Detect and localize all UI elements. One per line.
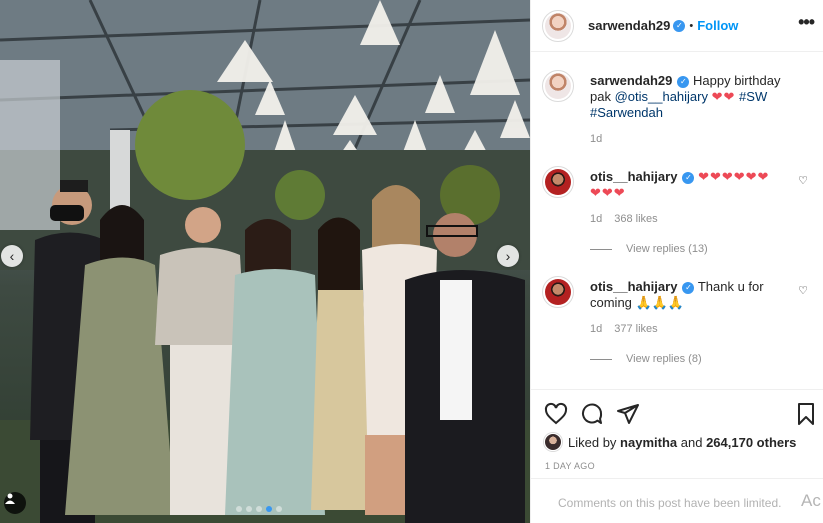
liked-by-user[interactable]: naymitha [620, 435, 677, 450]
comment-username[interactable]: otis__hahijary [590, 279, 677, 294]
caption-time[interactable]: 1d [590, 133, 602, 145]
liker-avatar[interactable] [544, 433, 562, 451]
comment-username[interactable]: otis__hahijary [590, 169, 677, 184]
party-photo-illustration [0, 0, 530, 523]
post-sidebar: sarwendah29 ✓ • Follow ••• sarwendah29 ✓ … [530, 0, 823, 523]
activate-watermark: Ac [801, 491, 821, 510]
header-separator: • [689, 19, 694, 32]
user-icon [5, 493, 15, 504]
comment-likes[interactable]: 377 likes [614, 323, 657, 335]
carousel-dot [256, 506, 262, 512]
bookmark-save-icon[interactable] [794, 402, 818, 426]
caption-mention[interactable]: @otis__hahijary [615, 89, 708, 104]
post-timestamp[interactable]: 1 DAY AGO [545, 461, 595, 471]
caption-meta: 1d [590, 133, 602, 145]
comment-text: otis__hahijary ✓ Thank u for coming 🙏🙏🙏 [590, 279, 770, 311]
comment-time[interactable]: 1d [590, 323, 602, 335]
comment-like-icon[interactable]: ♡ [798, 174, 808, 187]
carousel-dot-active [266, 506, 272, 512]
comment-like-icon[interactable]: ♡ [798, 284, 808, 297]
like-heart-icon[interactable] [544, 402, 568, 426]
carousel-indicator [236, 506, 282, 512]
carousel-dot [246, 506, 252, 512]
view-replies-button[interactable]: View replies (13) [590, 243, 708, 255]
comment-emoji: 🙏🙏🙏 [635, 295, 685, 310]
view-replies-button[interactable]: View replies (8) [590, 353, 702, 365]
carousel-dot [236, 506, 242, 512]
verified-badge-icon: ✓ [682, 172, 695, 184]
caption-text: sarwendah29 ✓ Happy birthday pak @otis__h… [590, 73, 788, 121]
liked-by-summary: Liked by naymitha and 264,170 others [544, 433, 796, 451]
more-options-icon[interactable]: ••• [798, 12, 815, 33]
comment-meta: 1d 377 likes [590, 323, 658, 335]
post-photo[interactable]: ‹ › [0, 0, 530, 523]
verified-badge-icon: ✓ [677, 76, 690, 88]
comments-limited-notice: Comments on this post have been limited. [531, 478, 823, 523]
comment-meta: 1d 368 likes [590, 213, 658, 225]
comment-text: otis__hahijary ✓ ❤❤❤❤❤❤❤❤❤ [590, 169, 770, 201]
follow-button[interactable]: Follow [697, 18, 738, 33]
carousel-dot [276, 506, 282, 512]
action-icon-row [542, 402, 817, 428]
author-avatar[interactable] [542, 70, 574, 102]
commenter-avatar[interactable] [542, 276, 574, 308]
verified-badge-icon: ✓ [682, 282, 695, 294]
replies-divider [590, 248, 612, 250]
commenter-avatar[interactable] [542, 166, 574, 198]
verified-badge-icon: ✓ [673, 19, 686, 32]
carousel-next-button[interactable]: › [497, 245, 519, 267]
author-avatar[interactable] [542, 9, 574, 42]
post-header: sarwendah29 ✓ • Follow ••• [531, 0, 823, 52]
share-paper-plane-icon[interactable] [616, 402, 640, 426]
comment-bubble-icon[interactable] [580, 402, 604, 426]
author-username[interactable]: sarwendah29 [588, 18, 670, 33]
carousel-prev-button[interactable]: ‹ [1, 245, 23, 267]
replies-divider [590, 358, 612, 360]
view-replies-label[interactable]: View replies (8) [626, 353, 702, 365]
comment-likes[interactable]: 368 likes [614, 213, 657, 225]
tagged-users-button[interactable] [4, 492, 26, 514]
liked-by-and: and [680, 434, 703, 450]
liked-by-prefix: Liked by [568, 434, 617, 450]
comment-list[interactable]: sarwendah29 ✓ Happy birthday pak @otis__h… [531, 53, 823, 389]
caption-hearts: ❤❤ [711, 89, 736, 104]
comment-time[interactable]: 1d [590, 213, 602, 225]
view-replies-label[interactable]: View replies (13) [626, 243, 708, 255]
caption-username[interactable]: sarwendah29 [590, 73, 672, 88]
liked-by-others[interactable]: 264,170 others [706, 435, 796, 450]
